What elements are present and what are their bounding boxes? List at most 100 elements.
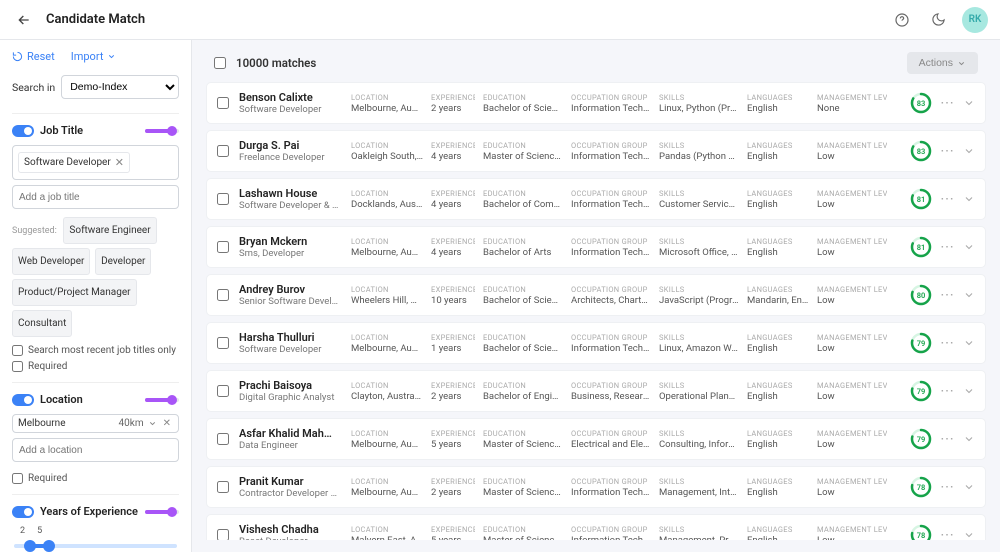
- result-name-col: Prachi Baisoya Digital Graphic Analyst: [239, 379, 341, 403]
- expand-chevron-icon[interactable]: [963, 385, 975, 397]
- suggestion-chip[interactable]: Developer: [95, 248, 151, 275]
- help-icon[interactable]: [890, 8, 914, 32]
- expand-chevron-icon[interactable]: [963, 193, 975, 205]
- location-distance[interactable]: 40km: [119, 418, 144, 429]
- more-menu-icon[interactable]: ⋯: [940, 527, 955, 540]
- chevron-down-icon[interactable]: [148, 419, 157, 428]
- reset-button[interactable]: Reset: [12, 50, 55, 63]
- experience-range-slider[interactable]: [14, 544, 177, 548]
- suggestion-chip[interactable]: Consultant: [12, 310, 72, 337]
- result-checkbox[interactable]: [217, 289, 229, 301]
- expand-chevron-icon[interactable]: [963, 289, 975, 301]
- result-checkbox[interactable]: [217, 97, 229, 109]
- result-checkbox[interactable]: [217, 337, 229, 349]
- job-title-heading: Job Title: [40, 124, 83, 137]
- job-title-chip-input[interactable]: Software Developer ✕: [12, 145, 179, 180]
- location-heading: Location: [40, 393, 83, 406]
- result-role: Freelance Developer: [239, 152, 341, 163]
- result-fields: LOCATIONWheelers Hill, Australia EXPERIE…: [351, 285, 900, 306]
- actions-button[interactable]: Actions: [907, 52, 978, 74]
- filter-experience: Years of Experience 2 5 Required: [12, 494, 179, 552]
- job-title-weight-slider[interactable]: [145, 129, 179, 133]
- result-card[interactable]: Lashawn House Software Developer & Provi…: [206, 178, 986, 220]
- result-checkbox[interactable]: [217, 145, 229, 157]
- result-card[interactable]: Andrey Burov Senior Software Developer –…: [206, 274, 986, 316]
- result-name: Pranit Kumar: [239, 475, 341, 488]
- add-location-input[interactable]: [12, 438, 179, 462]
- result-checkbox[interactable]: [217, 433, 229, 445]
- topbar-left: Candidate Match: [12, 8, 145, 32]
- result-fields: LOCATIONMelbourne, Australia EXPERIENCE5…: [351, 429, 900, 450]
- result-card[interactable]: Pranit Kumar Contractor Developer And So…: [206, 466, 986, 508]
- score-ring: 79: [910, 380, 932, 402]
- more-menu-icon[interactable]: ⋯: [940, 239, 955, 255]
- expand-chevron-icon[interactable]: [963, 481, 975, 493]
- more-menu-icon[interactable]: ⋯: [940, 95, 955, 111]
- more-menu-icon[interactable]: ⋯: [940, 335, 955, 351]
- filter-location: Location Melbourne 40km ✕ Required: [12, 382, 179, 484]
- expand-chevron-icon[interactable]: [963, 433, 975, 445]
- expand-chevron-icon[interactable]: [963, 337, 975, 349]
- import-button[interactable]: Import: [71, 50, 117, 63]
- result-checkbox[interactable]: [217, 241, 229, 253]
- job-title-required-checkbox[interactable]: Required: [12, 361, 179, 372]
- expand-chevron-icon[interactable]: [963, 241, 975, 253]
- result-name-col: Durga S. Pai Freelance Developer: [239, 139, 341, 163]
- chevron-down-icon: [957, 59, 966, 68]
- import-label: Import: [71, 50, 104, 63]
- expand-chevron-icon[interactable]: [963, 529, 975, 540]
- more-menu-icon[interactable]: ⋯: [940, 191, 955, 207]
- expand-chevron-icon[interactable]: [963, 97, 975, 109]
- avatar[interactable]: RK: [962, 7, 988, 33]
- result-checkbox[interactable]: [217, 193, 229, 205]
- suggestion-chip[interactable]: Software Engineer: [63, 217, 156, 244]
- result-name: Asfar Khalid Mahmood: [239, 427, 341, 440]
- remove-location-icon[interactable]: ✕: [161, 418, 173, 429]
- suggestion-chip[interactable]: Web Developer: [12, 248, 90, 275]
- more-menu-icon[interactable]: ⋯: [940, 383, 955, 399]
- index-select[interactable]: Demo-Index: [61, 75, 179, 99]
- result-card[interactable]: Benson Calixte Software Developer LOCATI…: [206, 82, 986, 124]
- result-name: Bryan Mckern: [239, 235, 341, 248]
- result-card[interactable]: Durga S. Pai Freelance Developer LOCATIO…: [206, 130, 986, 172]
- result-name-col: Benson Calixte Software Developer: [239, 91, 341, 115]
- result-name: Durga S. Pai: [239, 139, 341, 152]
- recent-only-checkbox[interactable]: Search most recent job titles only: [12, 345, 179, 356]
- score-ring: 81: [910, 236, 932, 258]
- result-name-col: Andrey Burov Senior Software Developer –…: [239, 283, 341, 307]
- back-arrow-icon[interactable]: [12, 8, 36, 32]
- main-header: 10000 matches Actions: [206, 52, 986, 74]
- job-title-toggle[interactable]: [12, 125, 34, 137]
- more-menu-icon[interactable]: ⋯: [940, 143, 955, 159]
- result-role: Sms, Developer: [239, 248, 341, 259]
- location-required-checkbox[interactable]: Required: [12, 473, 179, 484]
- result-fields: LOCATIONMelbourne, Australia EXPERIENCE2…: [351, 477, 900, 498]
- result-card[interactable]: Prachi Baisoya Digital Graphic Analyst L…: [206, 370, 986, 412]
- remove-chip-icon[interactable]: ✕: [115, 156, 124, 169]
- reset-label: Reset: [27, 50, 55, 63]
- result-card[interactable]: Vishesh Chadha React Developer LOCATIONM…: [206, 514, 986, 540]
- location-toggle[interactable]: [12, 394, 34, 406]
- more-menu-icon[interactable]: ⋯: [940, 479, 955, 495]
- location-weight-slider[interactable]: [145, 398, 179, 402]
- result-card[interactable]: Harsha Thulluri Software Developer LOCAT…: [206, 322, 986, 364]
- result-checkbox[interactable]: [217, 385, 229, 397]
- result-role: Senior Software Developer – Gro…: [239, 296, 341, 307]
- result-card[interactable]: Asfar Khalid Mahmood Data Engineer LOCAT…: [206, 418, 986, 460]
- result-card[interactable]: Bryan Mckern Sms, Developer LOCATIONMelb…: [206, 226, 986, 268]
- suggestion-chip[interactable]: Product/Project Manager: [12, 279, 137, 306]
- theme-moon-icon[interactable]: [926, 8, 950, 32]
- expand-chevron-icon[interactable]: [963, 145, 975, 157]
- score-ring: 83: [910, 92, 932, 114]
- add-job-title-input[interactable]: [12, 185, 179, 209]
- result-name: Benson Calixte: [239, 91, 341, 104]
- result-fields: LOCATIONMalvern East, Australia EXPERIEN…: [351, 525, 900, 541]
- result-checkbox[interactable]: [217, 529, 229, 540]
- result-role: Software Developer: [239, 344, 341, 355]
- experience-toggle[interactable]: [12, 506, 34, 518]
- result-checkbox[interactable]: [217, 481, 229, 493]
- select-all-checkbox[interactable]: [214, 57, 226, 69]
- experience-weight-slider[interactable]: [145, 510, 179, 514]
- more-menu-icon[interactable]: ⋯: [940, 287, 955, 303]
- more-menu-icon[interactable]: ⋯: [940, 431, 955, 447]
